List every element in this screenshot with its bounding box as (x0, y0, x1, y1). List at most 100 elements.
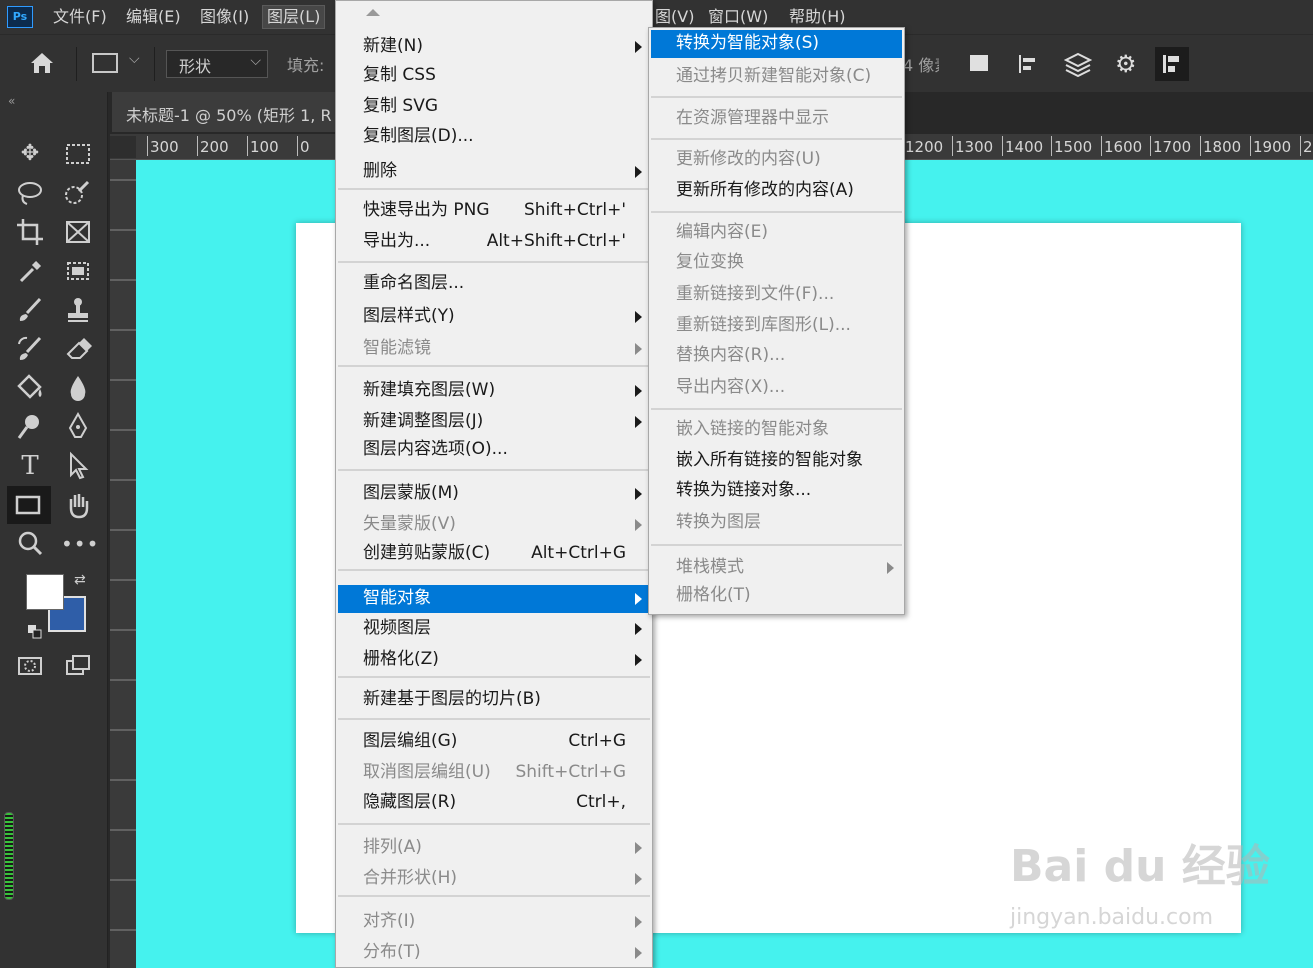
menu-item[interactable]: 更新所有修改的内容(A) (651, 177, 902, 205)
menu-item-label: 排列(A) (363, 837, 422, 857)
menu-window[interactable]: 窗口(W) (705, 6, 771, 28)
menu-item[interactable]: 转换为链接对象... (651, 477, 902, 505)
stroke-width-field[interactable]: 4 像素 (903, 52, 939, 76)
foreground-color-swatch[interactable] (26, 574, 64, 610)
submenu-arrow-icon (635, 41, 642, 53)
menu-item[interactable]: 新建填充图层(W) (338, 377, 650, 405)
ruler-label: 1800 (1199, 136, 1242, 156)
type-tool-icon[interactable]: T (13, 449, 47, 483)
menu-item[interactable]: 图层蒙版(M) (338, 480, 650, 508)
menu-view[interactable]: 图(V) (652, 6, 697, 28)
blur-tool-icon[interactable] (61, 371, 95, 405)
align-edges-icon[interactable] (1155, 47, 1189, 81)
ruler-label: 1300 (951, 136, 994, 156)
menu-item[interactable]: 视频图层 (338, 615, 650, 643)
menu-separator (338, 365, 650, 367)
move-tool-icon[interactable]: ✥ (13, 137, 47, 171)
path-selection-tool-icon[interactable] (61, 449, 95, 483)
hand-tool-icon[interactable] (61, 488, 95, 522)
lasso-tool-icon[interactable] (13, 176, 47, 210)
menu-separator (338, 469, 650, 471)
frame-tool-icon[interactable] (61, 215, 95, 249)
quick-selection-tool-icon[interactable] (61, 176, 95, 210)
menu-layer[interactable]: 图层(L) (262, 5, 326, 29)
path-operations-icon[interactable] (970, 55, 988, 71)
menu-item[interactable]: 图层内容选项(O)... (338, 436, 650, 464)
home-icon[interactable] (28, 49, 56, 77)
brush-tool-icon[interactable] (13, 293, 47, 327)
chevron-down-icon[interactable]: ⌵ (129, 51, 140, 67)
eraser-tool-icon[interactable] (61, 332, 95, 366)
default-colors-icon[interactable] (28, 624, 42, 639)
ruler-label: 1200 (901, 136, 944, 156)
watermark-brand: Bai du 经验 (1010, 841, 1270, 892)
menu-item[interactable]: 隐藏图层(R) Ctrl+, (338, 789, 650, 817)
path-arrangement-icon[interactable] (1063, 51, 1093, 78)
menu-item-label: 复制 SVG (363, 96, 438, 116)
menu-item[interactable]: 图层样式(Y) (338, 303, 650, 331)
vertical-ruler (110, 160, 136, 968)
tool-mode-select[interactable]: 形状 ⌵ (166, 50, 268, 78)
more-tools-icon[interactable]: ••• (61, 527, 98, 561)
clone-stamp-tool-icon[interactable] (61, 293, 95, 327)
menu-item[interactable]: 新建调整图层(J) (338, 408, 650, 436)
menu-edit[interactable]: 编辑(E) (123, 6, 184, 28)
menu-item-label: 图层内容选项(O)... (363, 439, 508, 459)
menu-separator (651, 138, 902, 140)
ruler-label: 20 (1299, 136, 1313, 156)
collapse-panel-icon[interactable]: « (8, 94, 15, 108)
tool-mode-value: 形状 (179, 57, 212, 76)
menu-separator (651, 408, 902, 410)
menu-item[interactable]: 复制 CSS (338, 62, 650, 90)
menu-item[interactable]: 复制图层(D)... (338, 123, 650, 151)
menu-item-label: 新建基于图层的切片(B) (363, 689, 541, 709)
smart-object-submenu: 转换为智能对象(S) 通过拷贝新建智能对象(C) 在资源管理器中显示 更新修改的内容(… (648, 27, 905, 615)
menu-image[interactable]: 图像(I) (197, 6, 252, 28)
menu-help[interactable]: 帮助(H) (786, 6, 849, 28)
submenu-arrow-icon (635, 947, 642, 959)
menu-item: 对齐(I) (338, 908, 650, 936)
marquee-tool-icon[interactable] (61, 137, 95, 171)
submenu-arrow-icon (635, 873, 642, 885)
menu-item: 编辑内容(E) (651, 219, 902, 247)
document-tab[interactable]: 未标题-1 @ 50% (矩形 1, R (112, 92, 352, 132)
patch-tool-icon[interactable] (61, 254, 95, 288)
menu-item[interactable]: 转换为智能对象(S) (651, 30, 902, 58)
quick-mask-icon[interactable] (13, 649, 47, 683)
rectangle-tool-icon[interactable] (7, 486, 51, 524)
menu-item[interactable]: 新建基于图层的切片(B) (338, 686, 650, 714)
menu-item[interactable]: 导出为... Alt+Shift+Ctrl+' (338, 228, 650, 256)
scroll-up-icon[interactable] (366, 9, 380, 16)
menu-item-label: 快速导出为 PNG (363, 200, 490, 220)
menu-item[interactable]: 智能对象 (338, 585, 650, 613)
menu-item: 转换为图层 (651, 509, 902, 537)
menu-item-label: 导出为... (363, 231, 431, 251)
ruler-label: 100 (247, 136, 279, 156)
menu-item[interactable]: 图层编组(G) Ctrl+G (338, 728, 650, 756)
history-brush-tool-icon[interactable] (13, 332, 47, 366)
eyedropper-tool-icon[interactable] (13, 254, 47, 288)
menu-item[interactable]: 栅格化(Z) (338, 646, 650, 674)
chevron-down-icon: ⌵ (250, 53, 261, 69)
menu-item: 替换内容(R)... (651, 342, 902, 370)
gear-icon[interactable]: ⚙ (1115, 52, 1139, 76)
menu-item[interactable]: 删除 (338, 158, 650, 186)
dodge-tool-icon[interactable] (13, 410, 47, 444)
submenu-arrow-icon (635, 519, 642, 531)
pen-tool-icon[interactable] (61, 410, 95, 444)
path-alignment-icon[interactable] (1017, 53, 1039, 75)
menu-item[interactable]: 嵌入所有链接的智能对象 (651, 447, 902, 475)
crop-tool-icon[interactable] (13, 215, 47, 249)
paint-bucket-tool-icon[interactable] (13, 371, 47, 405)
menu-item[interactable]: 创建剪贴蒙版(C) Alt+Ctrl+G (338, 540, 650, 568)
menu-item[interactable]: 快速导出为 PNG Shift+Ctrl+' (338, 197, 650, 225)
menu-item-label: 智能滤镜 (363, 338, 431, 358)
screen-mode-icon[interactable] (61, 649, 95, 683)
menu-item[interactable]: 重命名图层... (338, 270, 650, 298)
zoom-tool-icon[interactable] (13, 527, 47, 561)
rectangle-tool-preset-icon[interactable] (92, 53, 118, 73)
swap-colors-icon[interactable]: ⇄ (74, 572, 86, 588)
menu-item[interactable]: 复制 SVG (338, 93, 650, 121)
menu-file[interactable]: 文件(F) (50, 6, 110, 28)
menu-item[interactable]: 新建(N) (338, 33, 650, 61)
